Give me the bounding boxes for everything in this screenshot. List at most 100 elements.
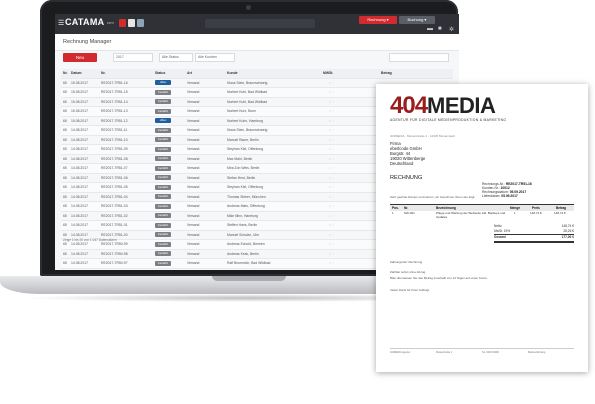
row-customer: Andreas Kesk, Berlin: [227, 251, 259, 256]
status-badge: bezahlt: [155, 194, 171, 199]
row-action-icon[interactable]: ○ ◌: [329, 252, 334, 256]
footer-column: Tel. 0000 00000: [482, 351, 500, 354]
row-action-icon[interactable]: ○ ◌: [329, 185, 334, 189]
row-action-icon[interactable]: ○ ◌: [329, 81, 334, 85]
status-badge: bezahlt: [155, 89, 171, 95]
row-action-icon[interactable]: ○ ◌: [329, 90, 334, 94]
settings-icon[interactable]: ✲: [449, 26, 454, 33]
table-search-input[interactable]: [389, 53, 449, 62]
row-number: 65: [63, 128, 67, 132]
row-action-icon[interactable]: ○ ◌: [329, 204, 334, 208]
filter-bar: Neu 2017 Alle Status Alle Kunden: [55, 52, 459, 66]
col-header: Nr.: [404, 206, 409, 210]
new-invoice-button[interactable]: Neu: [63, 53, 97, 62]
row-number: 65: [63, 175, 67, 180]
row-action-icon[interactable]: ○ ◌: [329, 147, 334, 151]
customer-filter[interactable]: Alle Kunden: [195, 53, 235, 62]
total-label: MwSt. 19%: [494, 229, 511, 233]
row-action-icon[interactable]: ○ ◌: [329, 128, 334, 132]
total-value: 148,74 €: [561, 224, 574, 228]
col-header[interactable]: Nr.: [63, 71, 68, 75]
col-header[interactable]: MWSt.: [323, 71, 333, 75]
invoice-document: 404MEDIA AGENTUR FÜR DIGITALE MEDIENPROD…: [376, 84, 588, 372]
col-header[interactable]: Nr.: [101, 71, 106, 75]
row-action-icon[interactable]: ○ ◌: [329, 176, 334, 180]
row-action-icon[interactable]: ○ ◌: [329, 214, 334, 218]
col-header: Bezeichnung: [436, 206, 456, 210]
row-action-icon[interactable]: ○ ◌: [329, 109, 334, 113]
row-customer: Mike Illinn, Hamburg: [227, 213, 258, 218]
page-title: Rechnung Manager: [63, 39, 112, 45]
app-logo[interactable]: CATAMA: [65, 17, 104, 27]
row-date: 15.08.2017: [71, 118, 88, 123]
row-type: Versand: [187, 242, 200, 246]
row-action-icon[interactable]: ○ ◌: [329, 157, 334, 161]
row-type: Versand: [187, 223, 200, 227]
row-action-icon[interactable]: ○ ◌: [329, 242, 334, 246]
row-date: 15.08.2017: [71, 99, 88, 104]
row-action-icon[interactable]: ○ ◌: [329, 138, 334, 142]
row-customer: Stephan Kiel, Offenburg: [227, 185, 264, 189]
row-customer: Norbert Kurz, Bonn: [227, 109, 257, 113]
row-action-icon[interactable]: ○ ◌: [329, 119, 334, 123]
camera-icon[interactable]: ■: [438, 26, 442, 32]
status-badge: bezahlt: [155, 241, 171, 247]
col-header[interactable]: Betrag: [381, 71, 392, 75]
row-invoice-nr: RE2017-TR51-16: [101, 80, 128, 85]
row-date: 14.08.2017: [71, 137, 88, 142]
invoice-icon[interactable]: [119, 19, 126, 27]
row-date: 14.08.2017: [71, 128, 88, 132]
row-type: Versand: [187, 80, 200, 85]
menu-icon[interactable]: ☰: [58, 19, 64, 27]
row-customer: Stefan Hest, Berlin: [227, 175, 256, 180]
status-badge: bezahlt: [155, 184, 171, 190]
status-badge: bezahlt: [155, 99, 171, 104]
invoice-table-header: Pos. Nr. Bezeichnung Menge Preis Betrag: [390, 204, 574, 211]
row-number: 65: [63, 118, 67, 123]
document-icon[interactable]: [128, 19, 135, 27]
row-action-icon[interactable]: ○ ◌: [329, 233, 334, 237]
search-input[interactable]: [205, 19, 315, 28]
status-badge: bezahlt: [155, 222, 171, 228]
row-number: 65: [63, 261, 67, 265]
row-number: 65: [63, 223, 67, 227]
total-label: Netto: [494, 224, 502, 228]
row-action-icon[interactable]: ○ ◌: [329, 223, 334, 227]
table-footer: Zeige 1 bis 20 von 1.047 Datensätzen: [63, 238, 117, 242]
year-filter[interactable]: 2017: [113, 53, 153, 62]
brand-tagline: AGENTUR FÜR DIGITALE MEDIENPRODUKTION & …: [390, 118, 507, 122]
row-customer: Ralf Brummich, Bad Wildbad: [227, 261, 271, 265]
status-badge: bezahlt: [155, 213, 171, 218]
row-customer: Thomas Sieber, München: [227, 194, 266, 199]
row-date: 14.08.2017: [71, 261, 88, 265]
row-date: 14.08.2017: [71, 232, 88, 237]
col-header[interactable]: Art: [187, 71, 192, 75]
brand-logo: 404MEDIA: [390, 92, 496, 120]
row-action-icon[interactable]: ○ ◌: [329, 195, 334, 199]
folder-icon[interactable]: [137, 19, 144, 27]
row-number: 65: [63, 204, 67, 208]
row-date: 14.08.2017: [71, 166, 88, 170]
total-label: Gesamt: [494, 235, 506, 239]
row-date: 14.08.2017: [71, 175, 88, 180]
row-action-icon[interactable]: ○ ◌: [329, 166, 334, 170]
invoice-menu-button[interactable]: Rechnung ▾: [359, 16, 397, 24]
row-type: Versand: [187, 185, 200, 189]
col-header[interactable]: Kunde: [227, 71, 238, 75]
row-invoice-nr: RE2017-TR51-02: [101, 213, 128, 218]
row-type: Versand: [187, 213, 200, 218]
status-filter[interactable]: Alle Status: [159, 53, 193, 62]
row-action-icon[interactable]: ○ ◌: [329, 261, 334, 265]
row-customer: Stephan Kiel, Offenburg: [227, 147, 264, 151]
row-number: 65: [63, 99, 67, 104]
booking-menu-button[interactable]: Buchung ▾: [399, 16, 435, 24]
greeting-text: Sehr geehrte Damen und Herren, wir berec…: [390, 195, 476, 199]
row-customer: Manuel Schulze, Ulm: [227, 232, 260, 237]
col-header: Preis: [532, 206, 540, 210]
col-header[interactable]: Datum: [71, 71, 82, 75]
col-header: Menge: [510, 206, 521, 210]
chat-icon[interactable]: ▬: [427, 26, 433, 32]
row-date: 15.08.2017: [71, 80, 88, 85]
col-header[interactable]: Status: [155, 71, 165, 75]
row-action-icon[interactable]: ○ ◌: [329, 100, 334, 104]
